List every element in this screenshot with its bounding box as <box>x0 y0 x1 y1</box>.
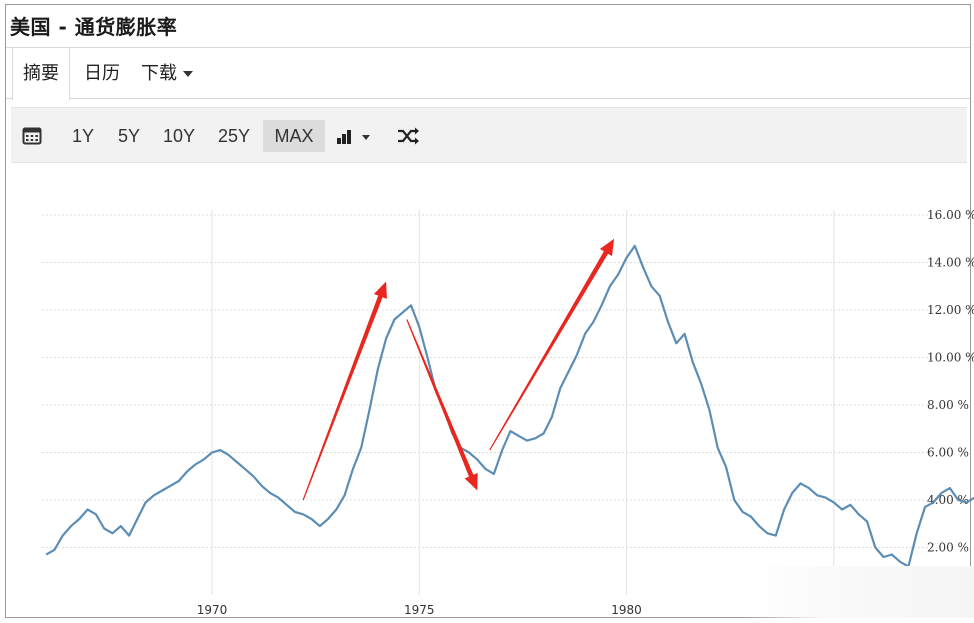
x-tick-label: 1975 <box>404 603 435 617</box>
y-tick-label: 8.00 % <box>927 398 969 412</box>
y-tick-label: 14.00 % <box>927 256 974 270</box>
y-tick-label: 10.00 % <box>927 351 974 365</box>
x-tick-label: 1970 <box>197 603 228 617</box>
y-tick-label: 12.00 % <box>927 303 974 317</box>
y-tick-label: 16.00 % <box>927 208 974 222</box>
watermark-overlay <box>744 566 974 618</box>
series-line <box>45 244 974 568</box>
y-tick-label: 6.00 % <box>927 446 969 460</box>
y-tick-label: 4.00 % <box>927 493 969 507</box>
x-tick-label: 1980 <box>611 603 642 617</box>
inflation-line-chart: 2.00 % 4.00 % 6.00 % 8.00 % 10.00 % 12.00 % 14… <box>42 208 974 617</box>
y-tick-label: 2.00 % <box>927 541 969 555</box>
